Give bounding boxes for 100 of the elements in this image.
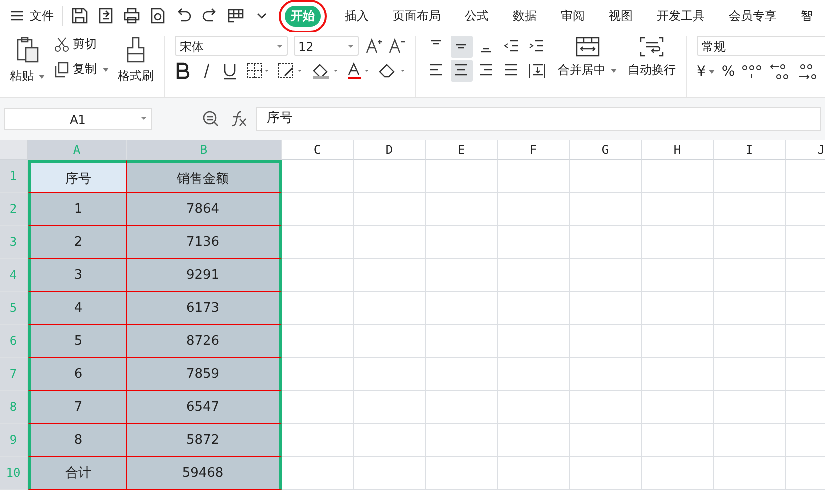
table-cell	[354, 424, 426, 457]
table-cell	[354, 358, 426, 391]
cut-button[interactable]: 剪切	[54, 36, 110, 53]
wrap-text-icon	[639, 36, 665, 58]
export-icon[interactable]	[97, 7, 115, 25]
table-cell	[282, 259, 354, 292]
percent-button[interactable]: %	[722, 64, 736, 80]
table-cell	[354, 193, 426, 226]
table-cell: 1	[28, 193, 127, 226]
merge-center-button[interactable]: 合并居中	[558, 36, 618, 97]
column-header[interactable]: E	[426, 140, 498, 160]
copy-button[interactable]: 复制	[54, 61, 110, 78]
table-cell	[642, 391, 714, 424]
table-cell	[714, 457, 786, 490]
table-cell	[354, 325, 426, 358]
borders-icon[interactable]	[246, 62, 270, 80]
ribbon-tab[interactable]: 开发工具	[651, 6, 711, 26]
column-header[interactable]: H	[642, 140, 714, 160]
table-cell: 序号	[28, 160, 127, 193]
align-center-icon[interactable]	[451, 60, 473, 82]
cell-style-icon[interactable]	[277, 62, 303, 80]
scissors-icon	[54, 36, 70, 52]
decrease-decimal-icon[interactable]	[797, 62, 820, 82]
table-cell: 7864	[127, 193, 282, 226]
ribbon-tab[interactable]: 数据	[507, 6, 543, 26]
table-cell	[354, 292, 426, 325]
ribbon-tab[interactable]: 视图	[603, 6, 639, 26]
table-cell: 7859	[127, 358, 282, 391]
table-cell: 7136	[127, 226, 282, 259]
table-cell	[642, 457, 714, 490]
underline-icon[interactable]	[222, 62, 238, 80]
table-cell	[714, 292, 786, 325]
zoom-icon[interactable]	[202, 110, 220, 128]
file-menu[interactable]: 文件	[10, 8, 54, 24]
wrap-text-button[interactable]: 自动换行	[628, 36, 676, 97]
preview-icon[interactable]	[149, 7, 167, 25]
table-cell	[426, 424, 498, 457]
ribbon-tab[interactable]: 会员专享	[723, 6, 783, 26]
table-cell	[282, 325, 354, 358]
table-cell	[282, 424, 354, 457]
table-cell	[570, 325, 642, 358]
table-cell	[498, 259, 570, 292]
align-middle-icon[interactable]	[451, 36, 473, 58]
table-cell	[570, 358, 642, 391]
bold-icon[interactable]	[175, 62, 191, 80]
table-cell	[642, 325, 714, 358]
name-box[interactable]: A1	[4, 108, 152, 130]
paste-button[interactable]: 粘贴	[10, 36, 46, 97]
table-cell: 6547	[127, 391, 282, 424]
table-cell: 8726	[127, 325, 282, 358]
table-cell: 3	[28, 259, 127, 292]
table-cell	[498, 160, 570, 193]
decrease-font-icon[interactable]	[388, 37, 406, 55]
ribbon-tab[interactable]: 插入	[339, 6, 375, 26]
table-cell	[570, 391, 642, 424]
column-header[interactable]: F	[498, 140, 570, 160]
font-name-field[interactable]: 宋体	[175, 36, 288, 56]
table-cell	[498, 358, 570, 391]
table-cell	[714, 358, 786, 391]
ribbon-tab[interactable]: 公式	[459, 6, 495, 26]
table-cell	[642, 292, 714, 325]
eraser-icon[interactable]	[378, 62, 405, 80]
ribbon-tab[interactable]: 页面布局	[387, 6, 447, 26]
fill-color-icon[interactable]	[310, 62, 338, 80]
increase-font-icon[interactable]	[365, 37, 382, 55]
table-cell: 6173	[127, 292, 282, 325]
column-header[interactable]: G	[570, 140, 642, 160]
table-cell	[354, 259, 426, 292]
table-cell	[498, 193, 570, 226]
ribbon-tab[interactable]: 审阅	[555, 6, 591, 26]
table-cell: 4	[28, 292, 127, 325]
table-icon[interactable]	[227, 7, 245, 25]
font-size-field[interactable]: 12	[294, 36, 360, 56]
table-cell: 59468	[127, 457, 282, 490]
number-format-field[interactable]: 常规	[697, 36, 825, 56]
table-cell	[426, 259, 498, 292]
table-cell	[426, 226, 498, 259]
table-cell: 销售金额	[127, 160, 282, 193]
column-header[interactable]: C	[282, 140, 354, 160]
copy-icon	[54, 62, 70, 78]
format-painter-button[interactable]: 格式刷	[118, 36, 154, 97]
currency-button[interactable]: ¥	[697, 64, 716, 80]
table-cell	[570, 424, 642, 457]
table-cell	[354, 226, 426, 259]
increase-decimal-icon[interactable]	[769, 62, 792, 82]
print-icon[interactable]	[123, 7, 141, 25]
formula-field[interactable]: 序号	[256, 107, 821, 131]
table-cell	[714, 193, 786, 226]
table-cell	[714, 226, 786, 259]
table-cell: 9291	[127, 259, 282, 292]
table-cell	[714, 259, 786, 292]
column-header[interactable]: D	[354, 140, 426, 160]
table-cell	[570, 259, 642, 292]
save-icon[interactable]	[71, 7, 89, 25]
font-color-icon[interactable]	[346, 62, 370, 80]
table-cell: 5872	[127, 424, 282, 457]
table-cell: 6	[28, 358, 127, 391]
table-cell	[426, 193, 498, 226]
column-header[interactable]: I	[714, 140, 786, 160]
ribbon-tab[interactable]: 智	[795, 6, 819, 26]
